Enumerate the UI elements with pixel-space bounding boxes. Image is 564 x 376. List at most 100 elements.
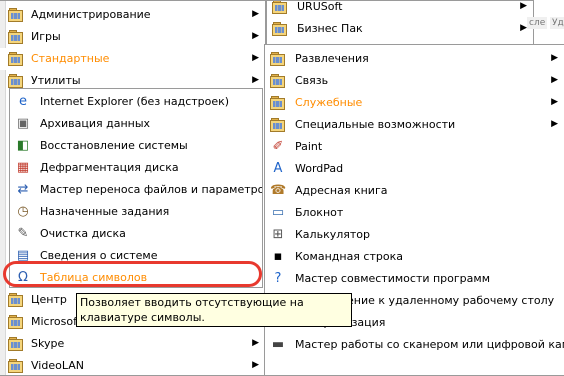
folder-icon <box>272 1 288 15</box>
accessories-menu-item[interactable]: ▬ Мастер работы со сканером или цифровой… <box>265 334 564 356</box>
accessories-menu-item-label: Paint <box>295 140 323 153</box>
left-menu-item-label: Игры <box>31 30 61 43</box>
utilities-menu-item-label: Дефрагментация диска <box>40 161 179 174</box>
calculator-icon: ⊞ <box>272 227 284 242</box>
accessories-menu-item[interactable]: Служебные ▶ <box>265 92 564 114</box>
utilities-menu-item[interactable]: ⇄ Мастер переноса файлов и параметров <box>10 179 262 201</box>
utilities-menu-item[interactable]: ✎ Очистка диска <box>10 223 262 245</box>
utilities-menu-item[interactable]: ▤ Сведения о системе <box>10 245 262 267</box>
defrag-icon: ▦ <box>16 160 30 175</box>
left-menu-item-label: Утилиты <box>31 74 81 87</box>
background-fragment-2: Уд <box>550 17 564 29</box>
submenu-arrow-icon: ▶ <box>252 9 259 19</box>
folder-icon <box>8 358 24 374</box>
tooltip: Позволяет вводить отсутствующие на клави… <box>76 293 352 327</box>
utilities-menu-item-label: Internet Explorer (без надстроек) <box>40 95 230 108</box>
accessories-menu-item[interactable]: ? Мастер совместимости программ <box>265 268 564 290</box>
accessories-menu-item[interactable]: ⊞ Калькулятор <box>265 224 564 246</box>
accessories-menu-item-label: Мастер работы со сканером или цифровой к… <box>295 338 564 351</box>
accessories-menu-item[interactable]: ▪ Командная строка <box>265 246 564 268</box>
submenu-arrow-icon: ▶ <box>520 23 527 33</box>
left-menu-item-label: Администрирование <box>31 8 151 21</box>
utilities-menu-item-label: Очистка диска <box>40 227 126 240</box>
left-bottom-item[interactable]: Skype ▶ <box>0 333 265 355</box>
folder-icon <box>270 51 286 67</box>
submenu-arrow-icon: ▶ <box>252 53 259 63</box>
utilities-menu-item-label: Мастер переноса файлов и параметров <box>40 183 263 196</box>
accessories-menu-item-label: Блокнот <box>295 206 344 219</box>
paint-icon: ✐ <box>272 139 284 154</box>
left-bottom-item-label: Центр <box>31 293 67 306</box>
right-top-menu-item-label: Бизнес Пак <box>297 22 363 35</box>
transfer-wizard-icon: ⇄ <box>17 182 29 197</box>
folder-icon <box>8 7 24 23</box>
submenu-arrow-icon: ▶ <box>252 338 259 348</box>
folder-icon <box>8 51 24 67</box>
address-book-icon: ☎ <box>270 183 287 198</box>
utilities-menu-item-label: Таблица символов <box>40 271 148 284</box>
scanner-icon: ▬ <box>271 337 285 352</box>
accessories-menu-item[interactable]: ▭ Блокнот <box>265 202 564 224</box>
accessories-menu-item-label: Развлечения <box>295 52 369 65</box>
compat-wizard-icon: ? <box>274 271 282 286</box>
ie-icon: e <box>19 94 27 109</box>
accessories-menu-item[interactable]: Развлечения ▶ <box>265 48 564 70</box>
submenu-arrow-icon: ▶ <box>252 31 259 41</box>
utilities-menu-item-label: Сведения о системе <box>40 249 158 262</box>
accessories-menu-item[interactable]: ✐ Paint <box>265 136 564 158</box>
accessories-menu-item[interactable]: ☎ Адресная книга <box>265 180 564 202</box>
right-top-menu-item-label: URUSoft <box>297 0 343 13</box>
background-fragment-1: сле <box>527 17 548 29</box>
accessories-menu-item-label: WordPad <box>295 162 344 175</box>
utilities-menu-item[interactable]: ▣ Архивация данных <box>10 113 262 135</box>
folder-icon <box>270 117 286 133</box>
left-bottom-item[interactable]: VideoLAN ▶ <box>0 355 265 375</box>
system-tools-menu: e Internet Explorer (без надстроек) ▣ Ар… <box>9 88 263 288</box>
folder-icon <box>272 21 288 37</box>
right-top-menu-item[interactable]: Бизнес Пак ▶ <box>267 18 533 40</box>
folder-icon <box>8 73 24 89</box>
left-menu-item[interactable]: Стандартные ▶ <box>0 48 265 70</box>
submenu-arrow-icon: ▶ <box>551 119 558 129</box>
folder-icon <box>270 95 286 111</box>
utilities-menu-item[interactable]: ▦ Дефрагментация диска <box>10 157 262 179</box>
folder-icon <box>8 29 24 45</box>
utilities-menu-item[interactable]: ◧ Восстановление системы <box>10 135 262 157</box>
submenu-arrow-icon: ▶ <box>252 360 259 370</box>
accessories-menu-item[interactable]: Связь ▶ <box>265 70 564 92</box>
right-top-menu-item[interactable]: URUSoft ▶ <box>267 0 533 18</box>
submenu-arrow-icon: ▶ <box>252 75 259 85</box>
accessories-menu-item[interactable]: Специальные возможности ▶ <box>265 114 564 136</box>
left-bottom-item-label: Skype <box>31 337 65 350</box>
backup-icon: ▣ <box>16 116 30 131</box>
system-restore-icon: ◧ <box>16 138 30 153</box>
submenu-arrow-icon: ▶ <box>551 53 558 63</box>
tooltip-text: Позволяет вводить отсутствующие на клави… <box>80 296 304 324</box>
notepad-icon: ▭ <box>271 205 285 220</box>
accessories-menu-item-label: Адресная книга <box>295 184 388 197</box>
left-bottom-item-label: Microsoft <box>31 315 82 328</box>
accessories-menu-item-label: Мастер совместимости программ <box>295 272 490 285</box>
folder-icon <box>270 73 286 89</box>
charmap-icon: Ω <box>18 270 28 285</box>
utilities-menu-item-label: Архивация данных <box>40 117 151 130</box>
accessories-menu-item[interactable]: A WordPad <box>265 158 564 180</box>
left-bottom-item-label: VideoLAN <box>31 359 84 372</box>
accessories-menu-item-label: Специальные возможности <box>295 118 456 131</box>
accessories-menu-item-label: Калькулятор <box>295 228 370 241</box>
wordpad-icon: A <box>273 161 283 176</box>
scheduled-tasks-icon: ◷ <box>17 204 29 219</box>
utilities-menu-item-label: Восстановление системы <box>40 139 188 152</box>
folder-icon <box>8 336 24 352</box>
submenu-arrow-icon: ▶ <box>520 1 527 11</box>
left-menu-item-label: Стандартные <box>31 52 110 65</box>
utilities-menu-item[interactable]: Ω Таблица символов <box>10 267 262 287</box>
accessories-menu-item-label: Командная строка <box>295 250 403 263</box>
left-menu-item[interactable]: Администрирование ▶ <box>0 4 265 26</box>
utilities-menu-item-label: Назначенные задания <box>40 205 170 218</box>
cmd-icon: ▪ <box>273 249 283 264</box>
utilities-menu-item[interactable]: ◷ Назначенные задания <box>10 201 262 223</box>
disk-cleanup-icon: ✎ <box>17 226 29 241</box>
utilities-menu-item[interactable]: e Internet Explorer (без надстроек) <box>10 91 262 113</box>
left-menu-item[interactable]: Игры ▶ <box>0 26 265 48</box>
